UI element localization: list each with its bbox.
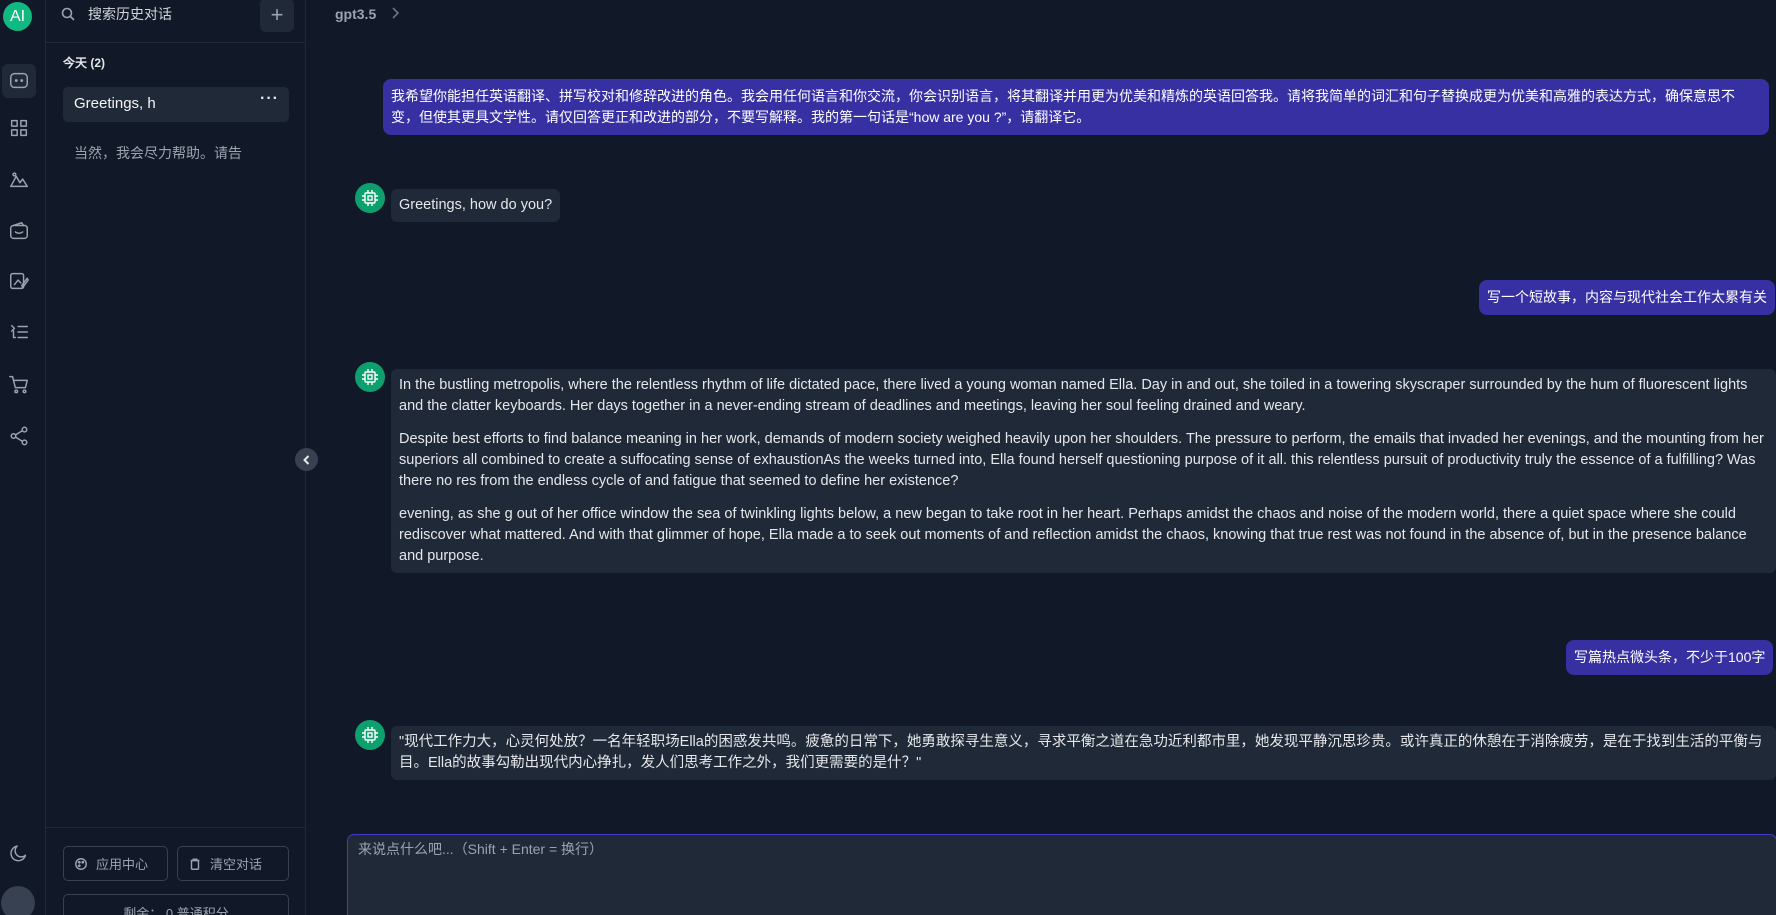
cpu-chip-icon	[362, 369, 378, 385]
user-message: 我希望你能担任英语翻译、拼写校对和修辞改进的角色。我会用任何语言和你交流，你会识…	[383, 79, 1769, 135]
image-mountain-icon	[10, 172, 28, 188]
message-composer	[347, 834, 1776, 915]
wallet-icon	[10, 222, 28, 240]
message-paragraph: Despite best efforts to find balance mea…	[399, 431, 1764, 489]
sidebar-footer: 应用中心 清空对话 剩余： 0 普通积分	[46, 827, 306, 915]
bot-avatar	[355, 183, 385, 213]
user-message: 写一个短故事，内容与现代社会工作太累有关	[1479, 280, 1775, 315]
chat-nav-button[interactable]	[2, 64, 36, 98]
search-icon	[60, 6, 76, 22]
app-center-button[interactable]: 应用中心	[63, 846, 168, 881]
new-chat-button[interactable]: +	[260, 0, 294, 32]
cpu-chip-icon	[362, 190, 378, 206]
user-avatar[interactable]	[1, 886, 35, 915]
palette-icon	[75, 857, 87, 870]
cpu-chip-icon	[362, 727, 378, 743]
share-icon	[10, 426, 28, 446]
assistant-message: "现代工作力大，心灵何处放？一名年轻职场Ella的困惑发共鸣。疲惫的日常下，她勇…	[391, 726, 1776, 780]
tasks-nav-button[interactable]	[2, 315, 36, 349]
app-window: AI 搜索历史对话 + 今天 (2) Greetings, h ··· 当然，我…	[0, 0, 1776, 915]
icon-rail: AI	[0, 0, 46, 915]
clear-chat-label: 清空对话	[210, 857, 263, 872]
history-sidebar: + 今天 (2) Greetings, h ··· 当然，我会尽力帮助。请告 应…	[46, 0, 306, 915]
cart-icon	[9, 375, 28, 394]
theme-toggle-button[interactable]	[2, 836, 36, 870]
points-balance: 剩余： 0 普通积分	[63, 894, 289, 915]
chevron-right-icon[interactable]	[389, 5, 401, 21]
chat-main: gpt3.5 我希望你能担任英语翻译、拼写校对和修辞改进的角色。我会用任何语言和…	[307, 0, 1776, 915]
chat-history-title: Greetings, h	[74, 95, 156, 112]
message-paragraph: In the bustling metropolis, where the re…	[399, 377, 1748, 414]
share-nav-button[interactable]	[2, 419, 36, 453]
clear-chat-button[interactable]: 清空对话	[177, 846, 289, 881]
more-options-icon[interactable]: ···	[260, 90, 279, 108]
model-name[interactable]: gpt3.5	[335, 6, 376, 22]
search-bar: +	[46, 0, 306, 43]
draw-nav-button[interactable]	[2, 264, 36, 298]
wallet-nav-button[interactable]	[2, 214, 36, 248]
chat-icon	[10, 72, 28, 89]
apps-nav-button[interactable]	[2, 111, 36, 145]
message-paragraph: "现代工作力大，心灵何处放？一名年轻职场Ella的困惑发共鸣。疲惫的日常下，她勇…	[399, 734, 1763, 771]
today-group-label: 今天 (2)	[63, 56, 106, 70]
assistant-message: In the bustling metropolis, where the re…	[391, 369, 1776, 573]
shop-nav-button[interactable]	[2, 367, 36, 401]
chat-history-item[interactable]: 当然，我会尽力帮助。请告	[74, 143, 242, 163]
message-paragraph: Greetings, how do you?	[399, 197, 553, 213]
apps-grid-icon	[10, 119, 28, 137]
assistant-message: Greetings, how do you?	[391, 189, 561, 222]
chat-history-item-active[interactable]: Greetings, h ···	[63, 87, 289, 122]
message-paragraph: evening, as she g out of her office wind…	[399, 506, 1747, 564]
list-tree-icon	[10, 324, 28, 339]
user-message: 写篇热点微头条，不少于100字	[1566, 640, 1774, 675]
image-nav-button[interactable]	[2, 163, 36, 197]
moon-icon	[10, 845, 27, 862]
edit-image-icon	[10, 272, 29, 290]
search-history-input[interactable]	[88, 2, 258, 26]
message-input[interactable]	[358, 839, 1758, 899]
bot-avatar	[355, 720, 385, 750]
app-center-label: 应用中心	[96, 857, 149, 872]
bot-avatar	[355, 362, 385, 392]
trash-icon	[190, 857, 200, 870]
logo[interactable]: AI	[3, 2, 32, 31]
